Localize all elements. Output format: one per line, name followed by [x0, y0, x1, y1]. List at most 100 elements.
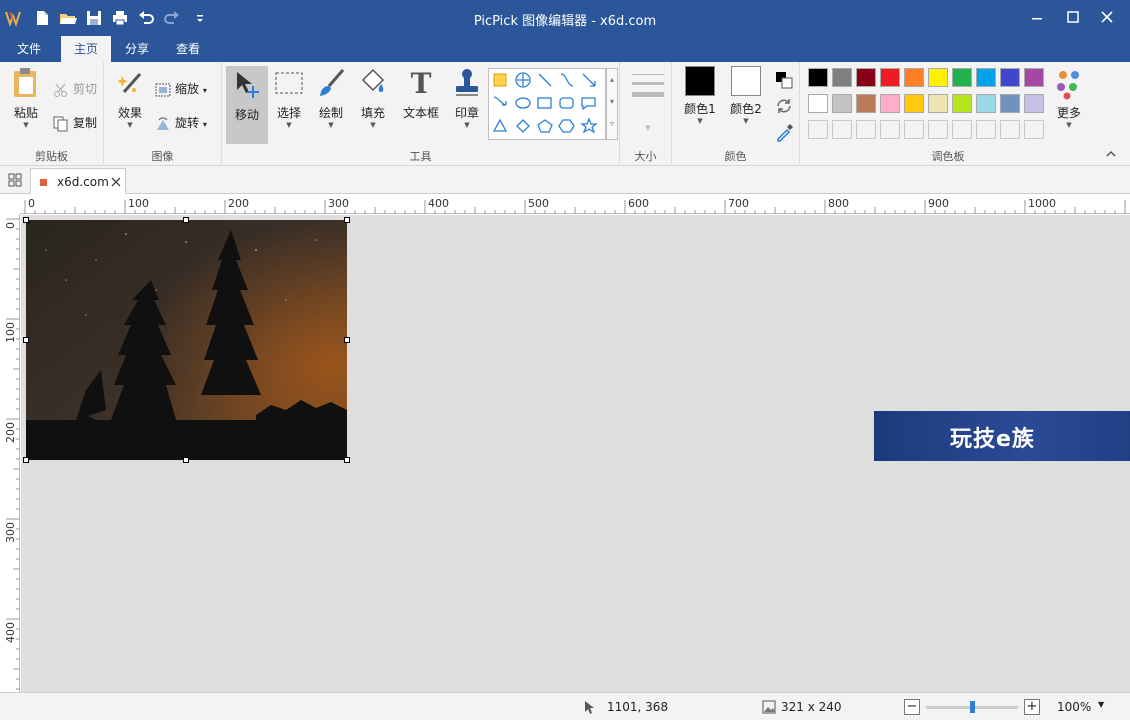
hexagon-shape-icon[interactable] — [558, 119, 575, 133]
pentagon-shape-icon[interactable] — [537, 119, 553, 133]
ruler-label: 400 — [4, 622, 17, 643]
diamond-shape-icon[interactable] — [516, 119, 530, 133]
zoom-dropdown-icon[interactable]: ▼ — [1098, 700, 1104, 709]
zoom-slider-thumb[interactable] — [970, 701, 975, 713]
ruler-label: 500 — [528, 197, 549, 210]
zoom-out-button[interactable]: − — [904, 699, 920, 715]
tab-home[interactable]: 主页 — [61, 36, 111, 62]
minimize-button[interactable] — [1019, 0, 1055, 36]
color1-button[interactable]: 颜色1 ▼ — [680, 66, 720, 125]
palette-swatch[interactable] — [880, 120, 900, 139]
line-shape-icon[interactable] — [538, 73, 552, 87]
resize-handle[interactable] — [183, 217, 189, 223]
palette-swatch[interactable] — [1024, 120, 1044, 139]
ellipse-shape-icon[interactable] — [515, 97, 531, 109]
ruler-label: 1000 — [1028, 197, 1056, 210]
swap-colors-icon[interactable] — [774, 96, 794, 116]
move-tool-button[interactable]: 移动 — [226, 66, 268, 144]
star-shape-icon[interactable] — [580, 117, 598, 134]
palette-swatch[interactable] — [832, 94, 852, 113]
textbox-tool-button[interactable]: T 文本框 — [398, 66, 444, 121]
canvas-area[interactable]: 玩技e族 — [21, 215, 1130, 692]
rotate-button[interactable]: 旋转 ▾ — [154, 114, 207, 132]
palette-swatch[interactable] — [928, 94, 948, 113]
resize-handle[interactable] — [344, 217, 350, 223]
image-canvas[interactable] — [26, 220, 347, 460]
palette-swatch[interactable] — [808, 68, 828, 87]
palette-swatch[interactable] — [1024, 94, 1044, 113]
ruler-label: 400 — [428, 197, 449, 210]
ruler-label: 200 — [4, 422, 17, 443]
document-tabs-bar: x6d.com — [0, 166, 1130, 194]
palette-swatch[interactable] — [808, 94, 828, 113]
shapes-scroll[interactable]: ▴ ▾ ▿ — [606, 68, 618, 140]
resize-handle[interactable] — [344, 457, 350, 463]
palette-swatch[interactable] — [832, 120, 852, 139]
resize-handle[interactable] — [23, 217, 29, 223]
callout-shape-icon[interactable] — [581, 97, 596, 111]
palette-swatch[interactable] — [904, 68, 924, 87]
ruler-label: 300 — [328, 197, 349, 210]
palette-swatch[interactable] — [1024, 68, 1044, 87]
resize-button[interactable]: 缩放 ▾ — [154, 80, 207, 98]
palette-swatch[interactable] — [928, 68, 948, 87]
line-size-button[interactable]: ▼ — [632, 72, 664, 132]
document-tab[interactable]: x6d.com — [30, 168, 126, 194]
copy-button[interactable]: 复制 — [52, 114, 97, 132]
resize-handle[interactable] — [183, 457, 189, 463]
palette-swatch[interactable] — [904, 120, 924, 139]
resize-handle[interactable] — [23, 457, 29, 463]
close-tab-icon[interactable] — [111, 177, 121, 187]
palette-swatch[interactable] — [976, 68, 996, 87]
stamp-tool-button[interactable]: 印章 ▼ — [448, 66, 486, 129]
resize-handle[interactable] — [344, 337, 350, 343]
arrow-shape-icon[interactable] — [582, 73, 596, 87]
palette-swatch[interactable] — [976, 120, 996, 139]
palette-swatch[interactable] — [904, 94, 924, 113]
palette-swatch[interactable] — [1000, 120, 1020, 139]
default-colors-icon[interactable] — [774, 70, 794, 90]
maximize-button[interactable] — [1055, 0, 1091, 36]
grid-view-icon[interactable] — [8, 173, 22, 187]
zoom-level[interactable]: 100% — [1057, 700, 1091, 714]
tab-file[interactable]: 文件 — [4, 36, 54, 62]
palette-swatch[interactable] — [952, 68, 972, 87]
curve-shape-icon[interactable] — [560, 73, 574, 87]
fill-tool-button[interactable]: 填充 ▼ — [354, 66, 392, 129]
palette-swatch[interactable] — [832, 68, 852, 87]
more-colors-button[interactable]: 更多 ▼ — [1050, 66, 1088, 129]
close-button[interactable] — [1089, 0, 1125, 36]
rectangle-shape-icon[interactable] — [493, 73, 507, 87]
palette-swatch[interactable] — [952, 120, 972, 139]
palette-swatch[interactable] — [1000, 94, 1020, 113]
draw-tool-button[interactable]: 绘制 ▼ — [312, 66, 350, 129]
ruler-label: 200 — [228, 197, 249, 210]
palette-swatch[interactable] — [1000, 68, 1020, 87]
zoom-slider[interactable] — [926, 701, 1018, 713]
zoom-in-button[interactable]: + — [1024, 699, 1040, 715]
tab-view[interactable]: 查看 — [163, 36, 213, 62]
ribbon: 粘贴 ▼ 剪切 复制 剪贴板 效果 ▼ 缩放 ▾ 旋转 ▾ 图像 移动 选择 ▼… — [0, 62, 1130, 166]
palette-swatch[interactable] — [856, 68, 876, 87]
palette-swatch[interactable] — [856, 120, 876, 139]
select-tool-button[interactable]: 选择 ▼ — [270, 66, 308, 129]
collapse-ribbon-icon[interactable] — [1104, 148, 1118, 160]
rounded-rect-icon[interactable] — [559, 97, 574, 109]
eyedropper-icon[interactable] — [774, 122, 794, 142]
rect-outline-icon[interactable] — [537, 97, 552, 109]
cut-button[interactable]: 剪切 — [52, 80, 97, 98]
palette-swatch[interactable] — [880, 68, 900, 87]
resize-handle[interactable] — [23, 337, 29, 343]
palette-swatch[interactable] — [808, 120, 828, 139]
triangle-shape-icon[interactable] — [492, 118, 508, 132]
curved-arrow-icon[interactable] — [493, 96, 507, 106]
tab-share[interactable]: 分享 — [112, 36, 162, 62]
palette-swatch[interactable] — [928, 120, 948, 139]
color2-button[interactable]: 颜色2 ▼ — [726, 66, 766, 125]
palette-swatch[interactable] — [976, 94, 996, 113]
palette-swatch[interactable] — [856, 94, 876, 113]
paste-button[interactable]: 粘贴 ▼ — [6, 66, 46, 129]
palette-swatch[interactable] — [952, 94, 972, 113]
effects-button[interactable]: 效果 ▼ — [112, 66, 148, 129]
palette-swatch[interactable] — [880, 94, 900, 113]
